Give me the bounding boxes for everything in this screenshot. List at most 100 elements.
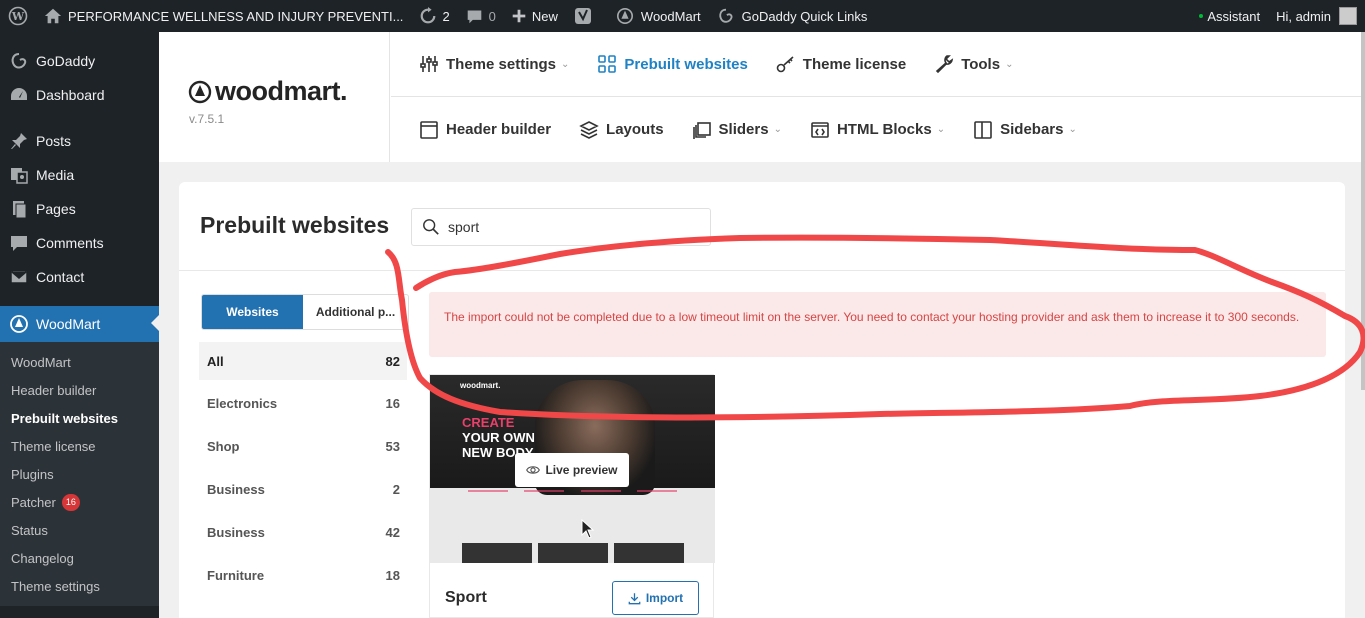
godaddy-icon <box>719 8 733 23</box>
search-value: sport <box>448 219 480 235</box>
admin-bar: W PERFORMANCE WELLNESS AND INJURY PREVEN… <box>0 0 1365 32</box>
submenu-status[interactable]: Status <box>0 516 159 544</box>
category-item[interactable]: Shop 53 <box>199 425 407 468</box>
sidebar-item-label: Dashboard <box>36 87 105 103</box>
website-type-tabs: Websites Additional p... <box>201 294 409 330</box>
godaddy-icon <box>11 53 27 69</box>
nav-theme-license[interactable]: Theme license <box>776 54 906 74</box>
feature-block <box>468 490 509 520</box>
woodmart-submenu: WoodMart Header builder Prebuilt website… <box>0 342 159 606</box>
refresh-icon <box>421 7 436 24</box>
new-content-link[interactable]: New <box>504 0 566 32</box>
category-count: 2 <box>392 482 400 497</box>
category-item[interactable]: All 82 <box>199 342 407 380</box>
key-icon <box>776 56 794 73</box>
website-name: Sport <box>445 589 487 606</box>
woodmart-header: woodmart. v.7.5.1 Theme settings ⌄ Prebu… <box>159 32 1365 162</box>
live-preview-button[interactable]: Live preview <box>515 453 629 487</box>
dashboard-icon <box>11 88 27 100</box>
category-count: 42 <box>385 525 400 540</box>
search-input[interactable]: sport <box>411 208 711 246</box>
nav-sidebars[interactable]: Sidebars ⌄ <box>973 120 1077 140</box>
nav-prebuilt-websites[interactable]: Prebuilt websites <box>597 54 748 74</box>
submenu-plugins[interactable]: Plugins <box>0 460 159 488</box>
import-button[interactable]: Import <box>612 581 699 615</box>
avatar <box>1339 7 1357 25</box>
comments-link[interactable]: 0 <box>458 0 504 32</box>
category-item[interactable]: Furniture 18 <box>199 554 407 597</box>
sidebar-item-woodmart[interactable]: WoodMart <box>0 306 159 342</box>
search-icon <box>423 219 439 235</box>
nav-label: Tools <box>961 55 1001 73</box>
category-item[interactable]: Electronics 16 <box>199 382 407 425</box>
assistant-link[interactable]: Assistant <box>1191 0 1268 32</box>
sidebar-item-label: Pages <box>36 201 76 217</box>
comment-icon <box>467 10 481 23</box>
nav-label: Layouts <box>606 121 664 138</box>
category-count: 18 <box>385 568 400 583</box>
nav-theme-settings[interactable]: Theme settings ⌄ <box>419 54 569 74</box>
category-item[interactable]: Business 2 <box>199 468 407 511</box>
nav-layouts[interactable]: Layouts <box>579 120 664 140</box>
nav-sliders[interactable]: Sliders ⌄ <box>692 120 782 140</box>
site-name-link[interactable]: PERFORMANCE WELLNESS AND INJURY PREVENTI… <box>36 0 411 32</box>
submenu-theme-settings[interactable]: Theme settings <box>0 572 159 600</box>
my-account-link[interactable]: Hi, admin <box>1268 0 1365 32</box>
sidebar-item-comments[interactable]: Comments <box>0 226 159 260</box>
code-block-icon <box>811 121 829 138</box>
live-preview-label: Live preview <box>545 463 618 477</box>
category-count: 16 <box>385 396 400 411</box>
thumbnail-features <box>460 490 685 530</box>
divider <box>179 270 1345 271</box>
page-scrollbar[interactable] <box>1361 32 1365 390</box>
category-item[interactable]: Business 42 <box>199 511 407 554</box>
updates-link[interactable]: 2 <box>411 0 457 32</box>
greeting: Hi, admin <box>1276 8 1331 24</box>
submenu-theme-license[interactable]: Theme license <box>0 432 159 460</box>
version-label: v.7.5.1 <box>189 112 225 126</box>
tab-websites[interactable]: Websites <box>202 295 303 329</box>
mail-icon <box>10 270 28 284</box>
woodmart-icon <box>616 7 633 25</box>
nav-label: Sidebars <box>1000 121 1064 138</box>
pages-icon <box>13 201 27 219</box>
logo-text: woodmart. <box>215 76 348 106</box>
layers-icon <box>579 120 599 139</box>
nav-html-blocks[interactable]: HTML Blocks ⌄ <box>810 120 945 140</box>
sidebar-item-label: GoDaddy <box>36 53 96 69</box>
prebuilt-websites-panel: Prebuilt websites sport Websites Additio… <box>179 182 1345 618</box>
submenu-header-builder[interactable]: Header builder <box>0 376 159 404</box>
plus-icon <box>512 9 526 23</box>
page-title: Prebuilt websites <box>200 212 390 238</box>
grid-icon <box>598 55 617 73</box>
sidebar-item-pages[interactable]: Pages <box>0 192 159 226</box>
submenu-woodmart[interactable]: WoodMart <box>0 348 159 376</box>
updates-count: 2 <box>442 8 450 24</box>
chevron-down-icon: ⌄ <box>773 124 782 135</box>
yoast-seo-icon[interactable] <box>566 0 600 32</box>
woodmart-logo[interactable]: woodmart. <box>188 76 348 107</box>
nav-header-builder[interactable]: Header builder <box>419 120 551 140</box>
category-name: Electronics <box>207 396 278 411</box>
category-name: Shop <box>207 439 240 454</box>
sidebar-item-contact[interactable]: Contact <box>0 260 159 294</box>
website-thumbnail[interactable]: woodmart. CREATE YOUR OWN NEW BODY Live … <box>430 375 715 563</box>
tab-additional-pages[interactable]: Additional p... <box>303 295 408 329</box>
godaddy-quick-links[interactable]: GoDaddy Quick Links <box>709 0 876 32</box>
woodmart-icon <box>10 315 28 333</box>
category-count: 53 <box>385 439 400 454</box>
sidebar-item-dashboard[interactable]: Dashboard <box>0 78 159 112</box>
woodmart-adminbar-link[interactable]: WoodMart <box>608 0 709 32</box>
nav-tools[interactable]: Tools ⌄ <box>934 54 1013 74</box>
headline-line: CREATE <box>462 415 515 430</box>
sidebar-item-godaddy[interactable]: GoDaddy <box>0 44 159 78</box>
submenu-changelog[interactable]: Changelog <box>0 544 159 572</box>
submenu-patcher[interactable]: Patcher 16 <box>0 488 159 516</box>
submenu-prebuilt-websites[interactable]: Prebuilt websites <box>0 404 159 432</box>
eye-icon <box>526 466 541 474</box>
sidebar-item-posts[interactable]: Posts <box>0 124 159 158</box>
primary-nav: Theme settings ⌄ Prebuilt websites Theme… <box>391 32 1365 97</box>
category-name: Business <box>207 482 265 497</box>
sidebar-item-media[interactable]: Media <box>0 158 159 192</box>
wordpress-logo-icon[interactable]: W <box>0 0 36 32</box>
